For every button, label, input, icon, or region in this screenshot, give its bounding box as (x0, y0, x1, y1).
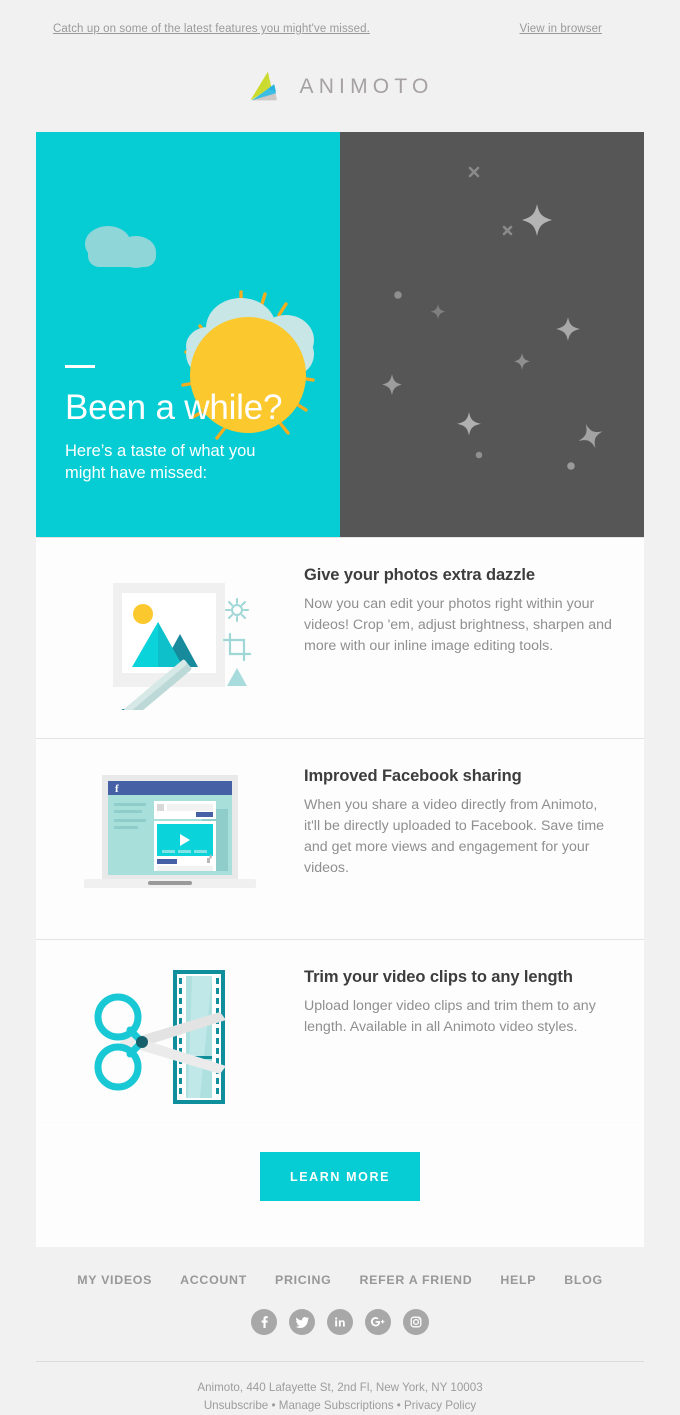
brand-wordmark: ANIMOTO (299, 75, 434, 98)
footer-link-help[interactable]: HELP (500, 1273, 536, 1287)
footer-link-my-videos[interactable]: MY VIDEOS (77, 1273, 152, 1287)
star-icon (522, 204, 552, 236)
footer-link-pricing[interactable]: PRICING (275, 1273, 332, 1287)
triangle-icon (227, 668, 247, 686)
hero-banner: Been a while? Here’s a taste of what you… (36, 132, 644, 537)
footer-legal-links: Unsubscribe • Manage Subscriptions • Pri… (0, 1397, 680, 1415)
catchup-link[interactable]: Catch up on some of the latest features … (53, 23, 370, 35)
linkedin-icon[interactable] (327, 1309, 353, 1335)
hero-subtitle: Here’s a taste of what you might have mi… (65, 442, 256, 482)
feature-text-video-trim: Trim your video clips to any length Uplo… (304, 940, 644, 1038)
feature-title: Give your photos extra dazzle (304, 566, 535, 584)
feature-row-photo-editing: Give your photos extra dazzle Now you ca… (36, 537, 644, 738)
separator-1: • (268, 1399, 279, 1412)
footer-address-block: Animoto, 440 Lafayette St, 2nd Fl, New Y… (0, 1379, 680, 1415)
small-sparkle-icon (430, 304, 446, 320)
learn-more-button[interactable]: LEARN MORE (260, 1152, 420, 1201)
facebook-icon[interactable] (251, 1309, 277, 1335)
dot-icon (567, 462, 575, 470)
feature-title: Trim your video clips to any length (304, 968, 573, 986)
footer-divider (36, 1361, 644, 1362)
hero-title: Been a while? (65, 388, 283, 427)
brand-logo[interactable]: ANIMOTO (0, 55, 680, 119)
crop-icon (222, 632, 252, 662)
cloud-icon (85, 226, 156, 268)
hero-night-illustration (340, 132, 644, 537)
feature-title: Improved Facebook sharing (304, 767, 522, 785)
footer-address: Animoto, 440 Lafayette St, 2nd Fl, New Y… (197, 1381, 483, 1394)
svg-text:f: f (115, 783, 119, 795)
feature-row-facebook-sharing: f Improved Facebook sharing When you sha… (36, 738, 644, 939)
hero-copy: Been a while? Here’s a taste of what you… (65, 365, 295, 484)
feature-row-video-trim: Trim your video clips to any length Uplo… (36, 939, 644, 1125)
facebook-laptop-illustration-icon: f (36, 739, 304, 901)
footer-link-blog[interactable]: BLOG (564, 1273, 603, 1287)
unsubscribe-link[interactable]: Unsubscribe (204, 1399, 268, 1412)
feature-text-photo-editing: Give your photos extra dazzle Now you ca… (304, 538, 644, 657)
footer-link-account[interactable]: ACCOUNT (180, 1273, 247, 1287)
manage-subscriptions-link[interactable]: Manage Subscriptions (279, 1399, 394, 1412)
feature-body: Upload longer video clips and trim them … (304, 998, 596, 1035)
hero-right-panel (340, 132, 644, 537)
footer-link-refer-a-friend[interactable]: REFER A FRIEND (360, 1273, 473, 1287)
star-icon (382, 374, 402, 396)
email-card: Been a while? Here’s a taste of what you… (36, 132, 644, 1247)
social-links (0, 1309, 680, 1361)
hero-dash-rule (65, 365, 95, 368)
x-sparkle-icon (468, 166, 513, 236)
feature-text-facebook-sharing: Improved Facebook sharing When you share… (304, 739, 644, 879)
dot-icon (475, 451, 483, 459)
preheader-bar: Catch up on some of the latest features … (0, 0, 680, 39)
view-in-browser-link[interactable]: View in browser (520, 23, 644, 35)
footer-nav: MY VIDEOS ACCOUNT PRICING REFER A FRIEND… (0, 1273, 680, 1309)
hero-left-panel: Been a while? Here’s a taste of what you… (36, 132, 340, 537)
star-icon (556, 317, 580, 341)
photo-editing-illustration-icon (36, 538, 304, 710)
feature-body: When you share a video directly from Ani… (304, 797, 605, 876)
twitter-icon[interactable] (289, 1309, 315, 1335)
footer: MY VIDEOS ACCOUNT PRICING REFER A FRIEND… (0, 1247, 680, 1415)
googleplus-icon[interactable] (365, 1309, 391, 1335)
star-icon (457, 412, 481, 436)
feature-body: Now you can edit your photos right withi… (304, 596, 612, 654)
privacy-policy-link[interactable]: Privacy Policy (404, 1399, 476, 1412)
separator-2: • (393, 1399, 405, 1412)
star-icon (514, 353, 530, 370)
animoto-triangle-logo-icon (246, 70, 288, 104)
instagram-icon[interactable] (403, 1309, 429, 1335)
brightness-icon (225, 598, 249, 622)
star-icon (578, 424, 603, 449)
cta-section: LEARN MORE (36, 1125, 644, 1247)
dot-icon (394, 291, 402, 299)
scissors-filmstrip-illustration-icon (36, 940, 304, 1112)
